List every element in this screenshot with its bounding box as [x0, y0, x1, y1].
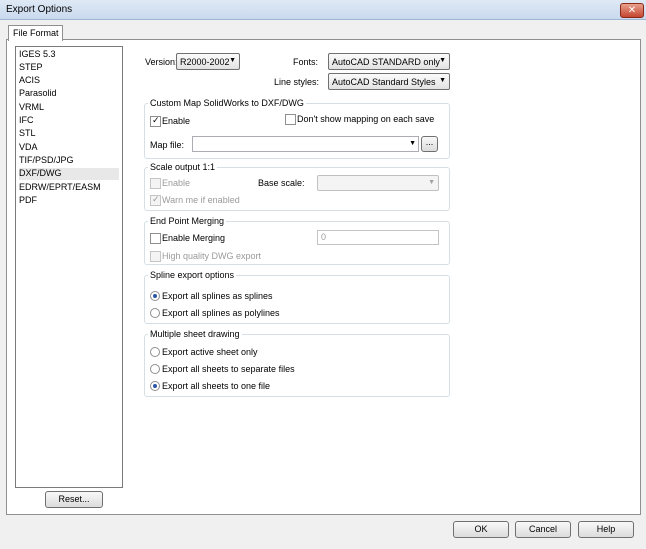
map-file-label: Map file:	[150, 140, 185, 150]
merge-distance-input[interactable]: 0	[317, 230, 439, 245]
custom-map-enable-checkbox[interactable]: ✓	[150, 115, 161, 127]
list-item[interactable]: IFC	[19, 115, 119, 127]
map-file-combo[interactable]: ▼	[192, 136, 419, 152]
sheets-radio-one-file[interactable]	[150, 381, 160, 391]
enable-merging-label: Enable Merging	[162, 233, 226, 243]
merge-distance-value: 0	[321, 232, 327, 242]
check-icon: ✓	[152, 115, 160, 125]
custom-map-title: Custom Map SolidWorks to DXF/DWG	[148, 98, 306, 108]
reset-button[interactable]: Reset...	[45, 491, 103, 508]
chevron-down-icon: ▼	[439, 57, 446, 64]
hq-dwg-checkbox[interactable]	[150, 251, 161, 262]
check-icon: ✓	[152, 194, 160, 204]
tab-label: File Format	[13, 28, 59, 38]
linestyles-dropdown[interactable]: AutoCAD Standard Styles ▼	[328, 73, 450, 90]
fonts-value: AutoCAD STANDARD only	[332, 57, 440, 67]
list-item[interactable]: VRML	[19, 102, 119, 114]
list-item[interactable]: PDF	[19, 195, 119, 207]
fonts-label: Fonts:	[293, 57, 319, 67]
endpoint-title: End Point Merging	[148, 216, 227, 226]
list-item[interactable]: Parasolid	[19, 88, 119, 100]
list-item[interactable]: EDRW/EPRT/EASM	[19, 182, 119, 194]
radio-dot	[153, 384, 157, 388]
list-item[interactable]: IGES 5.3	[19, 49, 119, 61]
sheets-radio-separate[interactable]	[150, 364, 160, 374]
chevron-down-icon: ▼	[409, 140, 416, 147]
chevron-down-icon: ▼	[439, 77, 446, 84]
radio-dot	[153, 294, 157, 298]
spline-radio-polylines[interactable]	[150, 308, 160, 318]
version-value: R2000-2002	[180, 57, 230, 67]
linestyles-label: Line styles:	[274, 77, 320, 87]
ok-button[interactable]: OK	[453, 521, 509, 538]
fonts-dropdown[interactable]: AutoCAD STANDARD only ▼	[328, 53, 450, 70]
dont-show-mapping-label: Don't show mapping on each save	[297, 114, 435, 124]
list-item[interactable]: TIF/PSD/JPG	[19, 155, 119, 167]
base-scale-dropdown[interactable]: ▼	[317, 175, 439, 191]
version-label: Version:	[145, 57, 178, 67]
warn-checkbox[interactable]: ✓	[150, 194, 161, 206]
spline-radio-splines[interactable]	[150, 291, 160, 301]
browse-button[interactable]: ...	[421, 136, 438, 152]
version-dropdown[interactable]: R2000-2002 ▼	[176, 53, 240, 70]
spline-option-label: Export all splines as polylines	[162, 308, 280, 318]
scale-title: Scale output 1:1	[148, 162, 218, 172]
sheets-option-label: Export all sheets to separate files	[162, 364, 295, 374]
hq-dwg-label: High quality DWG export	[162, 251, 262, 261]
enable-merging-checkbox[interactable]	[150, 233, 161, 244]
sheets-title: Multiple sheet drawing	[148, 329, 242, 339]
sheets-radio-active[interactable]	[150, 347, 160, 357]
spline-title: Spline export options	[148, 270, 237, 280]
warn-label: Warn me if enabled	[162, 195, 240, 205]
dont-show-mapping-checkbox[interactable]	[285, 114, 296, 125]
list-item[interactable]: VDA	[19, 142, 119, 154]
scale-enable-checkbox[interactable]	[150, 178, 161, 189]
format-list[interactable]: IGES 5.3 STEP ACIS Parasolid VRML IFC ST…	[15, 46, 123, 488]
base-scale-label: Base scale:	[258, 178, 305, 188]
close-button[interactable]: ✕	[620, 3, 644, 18]
list-item-selected[interactable]: DXF/DWG	[19, 168, 119, 180]
spline-option-label: Export all splines as splines	[162, 291, 273, 301]
window-title: Export Options	[6, 4, 73, 15]
tab-file-format[interactable]: File Format	[8, 25, 63, 41]
scale-enable-label: Enable	[162, 178, 191, 188]
list-item[interactable]: STEP	[19, 62, 119, 74]
chevron-down-icon: ▼	[229, 57, 236, 64]
title-bar	[0, 0, 646, 20]
cancel-button[interactable]: Cancel	[515, 521, 571, 538]
sheets-option-label: Export all sheets to one file	[162, 381, 271, 391]
list-item[interactable]: ACIS	[19, 75, 119, 87]
chevron-down-icon: ▼	[428, 179, 435, 186]
linestyles-value: AutoCAD Standard Styles	[332, 77, 436, 87]
sheets-option-label: Export active sheet only	[162, 347, 258, 357]
custom-map-enable-label: Enable	[162, 116, 191, 126]
help-button[interactable]: Help	[578, 521, 634, 538]
list-item[interactable]: STL	[19, 128, 119, 140]
